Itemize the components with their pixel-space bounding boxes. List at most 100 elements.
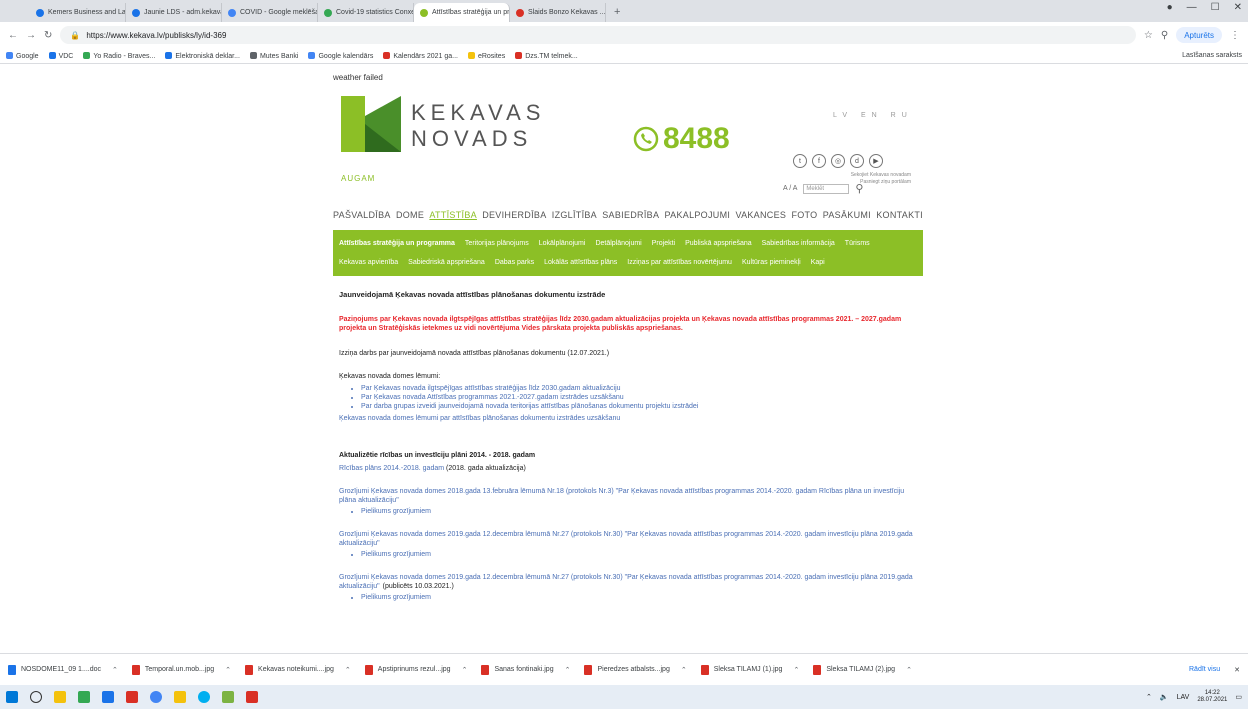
- nav-item[interactable]: KONTAKTI: [876, 210, 923, 220]
- bookmark-item[interactable]: Kalendārs 2021 ga...: [383, 51, 458, 60]
- nav-item[interactable]: VAKANCES: [735, 210, 786, 220]
- subnav-item[interactable]: Lokālās attīstības plāns: [544, 259, 617, 266]
- chevron-up-icon[interactable]: ⌃: [345, 666, 351, 674]
- back-icon[interactable]: ←: [8, 30, 18, 41]
- language-switcher[interactable]: LV EN RU: [833, 112, 913, 119]
- acrobat-icon[interactable]: [246, 691, 258, 703]
- subnav-item[interactable]: Detālplānojumi: [595, 240, 641, 247]
- minimize-button[interactable]: —: [1187, 2, 1197, 13]
- input-language[interactable]: LAV: [1177, 694, 1190, 701]
- nav-item[interactable]: ATTĪSTĪBA: [429, 210, 477, 220]
- chevron-up-icon[interactable]: ⌃: [225, 666, 231, 674]
- bookmark-item[interactable]: Google: [6, 51, 39, 60]
- subnav-item[interactable]: Kapi: [811, 259, 825, 266]
- nav-item[interactable]: SABIEDRĪBA: [602, 210, 659, 220]
- attachment-link[interactable]: Pielikums grozījumiem: [361, 550, 917, 559]
- chevron-up-icon[interactable]: ⌃: [112, 666, 118, 674]
- draugiem-icon[interactable]: d: [850, 154, 864, 168]
- download-item[interactable]: Sleksa TILAMJ (1).jpg ⌃: [700, 664, 799, 675]
- subnav-item[interactable]: Sabiedriskā apspriešana: [408, 259, 485, 266]
- subnav-item[interactable]: Dabas parks: [495, 259, 534, 266]
- action-plan-link[interactable]: Rīcības plāns 2014.-2018. gadam: [339, 465, 444, 472]
- logo-mark-icon[interactable]: [341, 96, 401, 152]
- folder-icon[interactable]: [174, 691, 186, 703]
- facebook-icon[interactable]: f: [812, 154, 826, 168]
- notifications-icon[interactable]: ▭: [1235, 693, 1242, 701]
- public-notice-link[interactable]: Paziņojums par Ķekavas novada ilgtspējīg…: [339, 315, 917, 333]
- pdf-icon[interactable]: [126, 691, 138, 703]
- browser-tab[interactable]: Covid-19 statistics Conxelal dan...✕: [318, 3, 414, 22]
- subnav-item[interactable]: Tūrisms: [845, 240, 870, 247]
- bookmark-item[interactable]: Dzs.TM telmek...: [515, 51, 578, 60]
- paint-icon[interactable]: [222, 691, 234, 703]
- clock[interactable]: 14:22 28.07.2021: [1197, 690, 1227, 704]
- bookmark-item[interactable]: Google kalendārs: [308, 51, 373, 60]
- decision-link[interactable]: Par darba grupas izveidi jaunveidojamā n…: [361, 402, 917, 411]
- decision-link[interactable]: Par Ķekavas novada Attīstības programmas…: [361, 393, 917, 402]
- subnav-item[interactable]: Kultūras pieminekļi: [742, 259, 801, 266]
- instagram-icon[interactable]: ◎: [831, 154, 845, 168]
- nav-item[interactable]: PAKALPOJUMI: [665, 210, 731, 220]
- download-item[interactable]: Pieredzes atbalsts...jpg ⌃: [584, 664, 687, 675]
- attachment-link[interactable]: Pielikums grozījumiem: [361, 507, 917, 516]
- show-all-downloads-button[interactable]: Rādīt visu: [1189, 666, 1220, 673]
- bookmark-item[interactable]: Yo Radio - Braves...: [83, 51, 155, 60]
- decision-link[interactable]: Par Ķekavas novada ilgtspējīgas attīstīb…: [361, 384, 917, 393]
- menu-icon[interactable]: ⋮: [1230, 30, 1240, 41]
- bookmark-item[interactable]: Mutes Banki: [249, 51, 298, 60]
- close-button[interactable]: ✕: [1234, 2, 1242, 13]
- download-item[interactable]: Temporal.un.mob...jpg ⌃: [131, 664, 231, 675]
- chevron-up-icon[interactable]: ⌃: [906, 666, 912, 674]
- browser-tab[interactable]: Slaids Bonzo Kekavas ...✕: [510, 3, 606, 22]
- nav-item[interactable]: PAŠVALDĪBA: [333, 210, 391, 220]
- browser-tab[interactable]: Kemers Business and Law Consu...✕: [30, 3, 126, 22]
- volume-icon[interactable]: 🔈: [1160, 693, 1169, 701]
- chevron-up-icon[interactable]: ⌃: [462, 666, 468, 674]
- bookmark-item[interactable]: VDC: [48, 51, 73, 60]
- nav-item[interactable]: PASĀKUMI: [823, 210, 871, 220]
- amendment-link[interactable]: Grozījumi Ķekavas novada domes 2018.gada…: [339, 488, 904, 504]
- chevron-up-icon[interactable]: ⌃: [681, 666, 687, 674]
- subnav-item[interactable]: Teritorijas plānojums: [465, 240, 529, 247]
- nav-item[interactable]: DOME: [396, 210, 424, 220]
- search-icon[interactable]: ⚲: [855, 182, 863, 195]
- search-taskbar-icon[interactable]: [30, 691, 42, 703]
- amendment-link[interactable]: Grozījumi Ķekavas novada domes 2019.gada…: [339, 531, 913, 547]
- start-icon[interactable]: [6, 691, 18, 703]
- reading-list[interactable]: Lasīšanas saraksts: [1182, 52, 1242, 59]
- download-item[interactable]: Sleksa TILAMJ (2).jpg ⌃: [813, 664, 912, 675]
- chevron-up-icon[interactable]: ⌃: [565, 666, 571, 674]
- download-item[interactable]: Sanas fontinaki.jpg ⌃: [481, 664, 571, 675]
- subnav-item[interactable]: Izziņas par attīstības novērtējumu: [627, 259, 732, 266]
- app-icon[interactable]: [78, 691, 90, 703]
- subnav-item[interactable]: Publiskā apspriešana: [685, 240, 752, 247]
- chrome-icon[interactable]: [150, 691, 162, 703]
- bookmark-item[interactable]: eRosites: [467, 51, 505, 60]
- phone-number[interactable]: 8488: [633, 122, 730, 156]
- record-icon[interactable]: ●: [1167, 2, 1173, 13]
- subnav-item[interactable]: Lokālplānojumi: [539, 240, 586, 247]
- download-item[interactable]: NOSDOME11_09 1....doc ⌃: [8, 664, 118, 675]
- attachment-link[interactable]: Pielikums grozījumiem: [361, 593, 917, 602]
- forward-icon[interactable]: →: [26, 30, 36, 41]
- skype-icon[interactable]: [198, 691, 210, 703]
- search-input[interactable]: Meklēt: [803, 183, 850, 194]
- download-item[interactable]: Apstiprinums rezul...jpg ⌃: [364, 664, 468, 675]
- calendar-icon[interactable]: [102, 691, 114, 703]
- close-downloads-icon[interactable]: ✕: [1234, 666, 1240, 674]
- font-size-toggle[interactable]: A / A: [783, 185, 797, 192]
- network-icon[interactable]: ⌃: [1146, 693, 1152, 701]
- subnav-item[interactable]: Kekavas apvienība: [339, 259, 398, 266]
- twitter-icon[interactable]: t: [793, 154, 807, 168]
- browser-tab[interactable]: Attīstības stratēģija un programm...✕: [414, 3, 510, 22]
- browser-tab[interactable]: COVID - Google meklēšana✕: [222, 3, 318, 22]
- reload-icon[interactable]: ↻: [44, 30, 52, 41]
- address-bar[interactable]: 🔒 https://www.kekava.lv/publisks/ly/id-3…: [60, 26, 1136, 44]
- extension-icon[interactable]: ⚲: [1161, 30, 1168, 41]
- download-item[interactable]: Kekavas noteikumi....jpg ⌃: [245, 664, 351, 675]
- maximize-button[interactable]: ☐: [1211, 2, 1220, 13]
- new-tab-button[interactable]: +: [606, 3, 628, 22]
- nav-item[interactable]: FOTO: [791, 210, 817, 220]
- browser-tab[interactable]: Jaunie LDS - adm.kekavas.lv✕: [126, 3, 222, 22]
- star-icon[interactable]: ☆: [1144, 30, 1153, 41]
